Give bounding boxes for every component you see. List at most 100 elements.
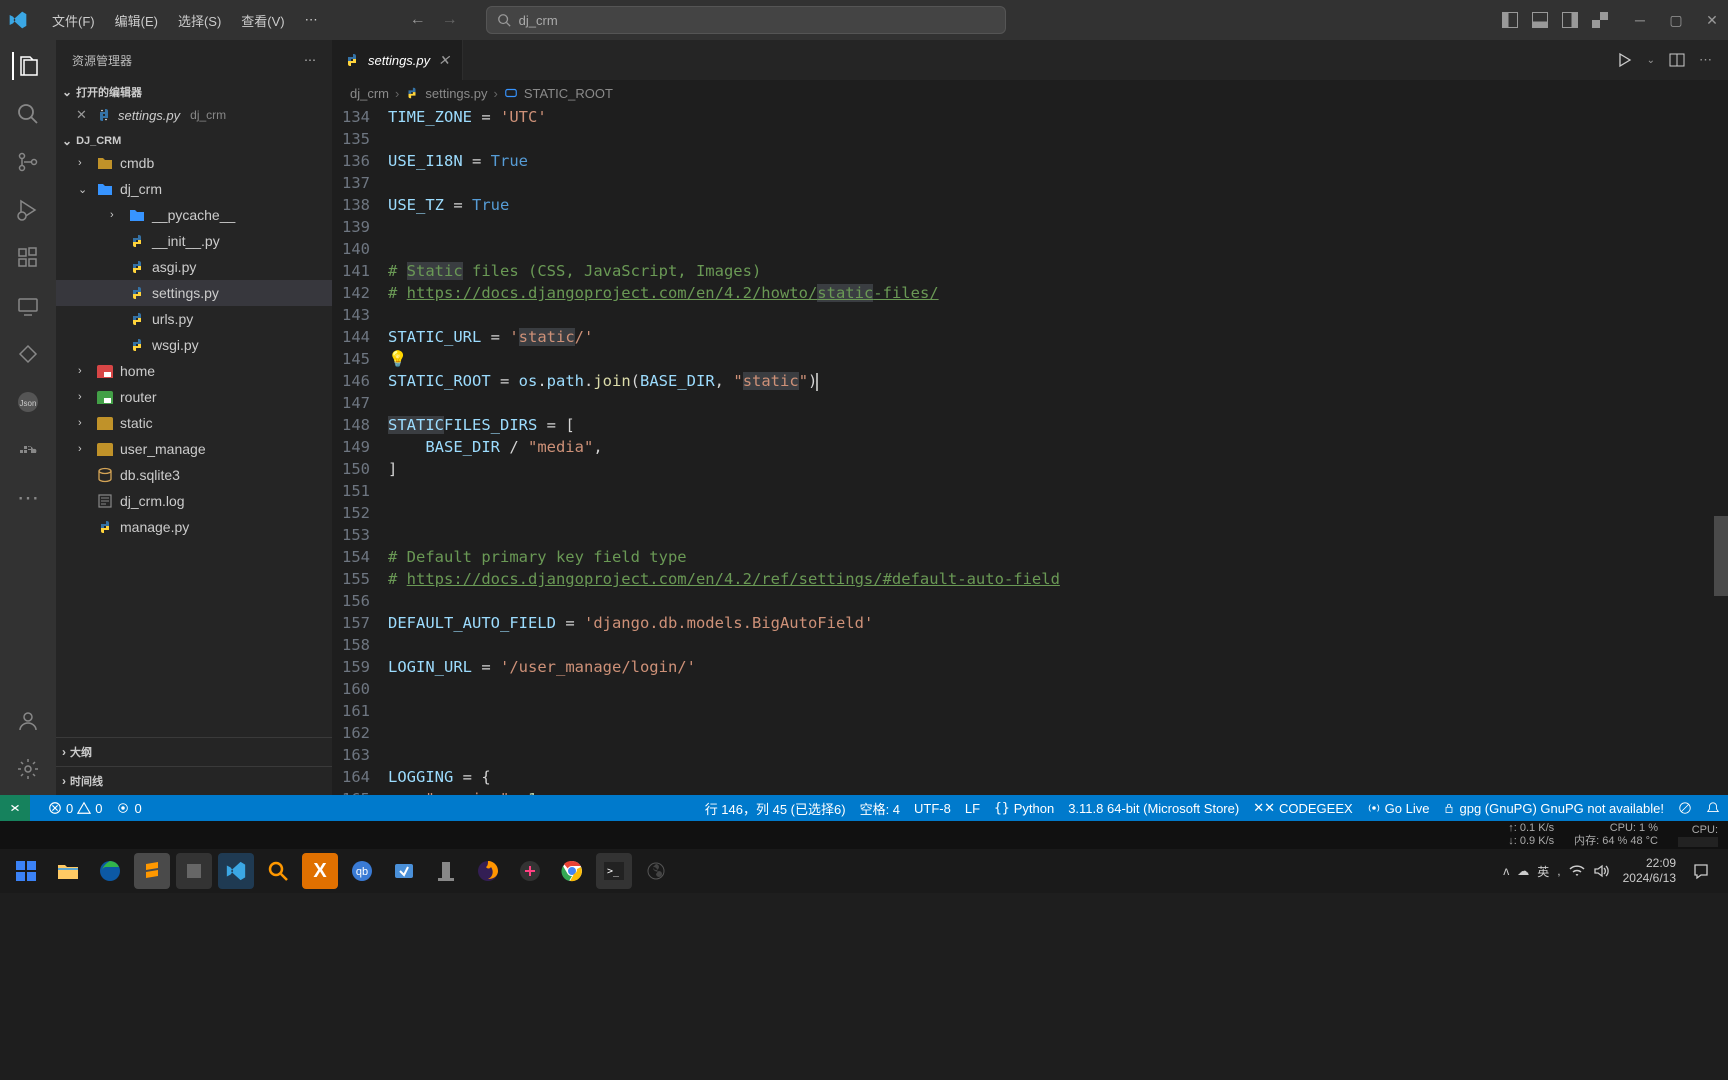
tray-ime2[interactable]: ,	[1557, 864, 1560, 878]
activity-scm-icon[interactable]	[14, 148, 42, 176]
taskbar-everything-icon[interactable]	[260, 853, 296, 889]
timeline-section[interactable]: ›时间线	[56, 766, 332, 795]
status-encoding[interactable]: UTF-8	[914, 801, 951, 816]
outline-section[interactable]: ›大纲	[56, 737, 332, 766]
tray-volume-icon[interactable]	[1593, 864, 1609, 878]
activity-settings-icon[interactable]	[14, 755, 42, 783]
status-eol[interactable]: LF	[965, 801, 980, 816]
taskbar-edge-icon[interactable]	[92, 853, 128, 889]
file-asgi[interactable]: asgi.py	[56, 254, 332, 280]
status-formatter-icon[interactable]	[1678, 801, 1692, 815]
run-dropdown-icon[interactable]: ⌄	[1647, 55, 1655, 66]
taskbar-vscode-icon[interactable]	[218, 853, 254, 889]
taskbar-app6-icon[interactable]	[512, 853, 548, 889]
activity-remote-icon[interactable]	[14, 292, 42, 320]
folder-static[interactable]: ›static	[56, 410, 332, 436]
editor-more-icon[interactable]: ⋯	[1699, 52, 1712, 68]
folder-pycache[interactable]: ›__pycache__	[56, 202, 332, 228]
status-python-env[interactable]: 3.11.8 64-bit (Microsoft Store)	[1068, 801, 1239, 816]
taskbar-terminal-icon[interactable]: >_	[596, 853, 632, 889]
lightbulb-icon[interactable]: 💡	[388, 350, 407, 368]
file-log[interactable]: dj_crm.log	[56, 488, 332, 514]
activity-account-icon[interactable]	[14, 707, 42, 735]
open-editor-item[interactable]: ✕ settings.py dj_crm	[56, 102, 332, 128]
nav-back-icon[interactable]: ←	[410, 11, 426, 29]
activity-json-icon[interactable]: Json	[14, 388, 42, 416]
taskbar-firefox-icon[interactable]	[470, 853, 506, 889]
remote-indicator[interactable]	[0, 795, 30, 821]
status-codegeex[interactable]: ✕✕ CODEGEEX	[1253, 800, 1352, 816]
editor-tabs: settings.py ✕ ⌄ ⋯	[332, 40, 1728, 80]
breadcrumb[interactable]: dj_crm› settings.py› STATIC_ROOT	[332, 80, 1728, 106]
taskbar-sublime-icon[interactable]	[134, 853, 170, 889]
menu-edit[interactable]: 编辑(E)	[107, 7, 166, 34]
customize-layout-icon[interactable]	[1592, 12, 1608, 28]
run-icon[interactable]	[1617, 52, 1633, 68]
taskbar-clock[interactable]: 22:09 2024/6/13	[1623, 856, 1676, 886]
tray-wifi-icon[interactable]	[1569, 864, 1585, 878]
scrollbar-thumb[interactable]	[1714, 516, 1728, 596]
taskbar-obs-icon[interactable]	[638, 853, 674, 889]
file-manage[interactable]: manage.py	[56, 514, 332, 540]
status-notifications-icon[interactable]	[1706, 801, 1720, 815]
menu-more-icon[interactable]: ⋯	[297, 8, 326, 32]
file-init[interactable]: __init__.py	[56, 228, 332, 254]
menu-file[interactable]: 文件(F)	[44, 7, 103, 34]
sidebar-more-icon[interactable]: ⋯	[304, 53, 316, 67]
tray-ime1[interactable]: 英	[1537, 863, 1549, 880]
start-button[interactable]	[8, 853, 44, 889]
menu-selection[interactable]: 选择(S)	[170, 7, 229, 34]
file-db[interactable]: db.sqlite3	[56, 462, 332, 488]
taskbar-explorer-icon[interactable]	[50, 853, 86, 889]
toggle-panel-icon[interactable]	[1532, 12, 1548, 28]
activity-explorer-icon[interactable]	[12, 52, 42, 80]
tray-notifications-icon[interactable]	[1692, 862, 1710, 880]
taskbar-app5-icon[interactable]	[428, 853, 464, 889]
taskbar-app3-icon[interactable]: qb	[344, 853, 380, 889]
status-indentation[interactable]: 空格: 4	[860, 799, 900, 818]
status-language[interactable]: {} Python	[994, 801, 1054, 816]
taskbar-chrome-icon[interactable]	[554, 853, 590, 889]
activity-search-icon[interactable]	[14, 100, 42, 128]
taskbar-app2-icon[interactable]: X	[302, 853, 338, 889]
window-close-icon[interactable]: ✕	[1704, 12, 1720, 28]
toggle-primary-sidebar-icon[interactable]	[1502, 12, 1518, 28]
folder-router[interactable]: ›router	[56, 384, 332, 410]
open-editors-section[interactable]: ⌄打开的编辑器	[56, 82, 332, 102]
toggle-secondary-sidebar-icon[interactable]	[1562, 12, 1578, 28]
status-ports[interactable]: 0	[116, 801, 141, 816]
folder-djcrm[interactable]: ⌄dj_crm	[56, 176, 332, 202]
tray-cloud-icon[interactable]: ☁	[1517, 864, 1529, 878]
window-maximize-icon[interactable]: ▢	[1668, 12, 1684, 28]
code-editor[interactable]: 1341351361371381391401411421431441451461…	[332, 106, 1728, 795]
taskbar-app1-icon[interactable]	[176, 853, 212, 889]
activity-extensions-icon[interactable]	[14, 244, 42, 272]
project-section[interactable]: ⌄DJ_CRM	[56, 132, 332, 150]
close-icon[interactable]: ✕	[76, 107, 90, 123]
folder-usermanage[interactable]: ›user_manage	[56, 436, 332, 462]
tab-close-icon[interactable]: ✕	[438, 52, 450, 69]
file-settings[interactable]: settings.py	[56, 280, 332, 306]
folder-home[interactable]: ›home	[56, 358, 332, 384]
menu-view[interactable]: 查看(V)	[233, 7, 292, 34]
activity-more-icon[interactable]: ⋯	[14, 484, 42, 512]
window-minimize-icon[interactable]: ─	[1632, 12, 1648, 28]
status-gpg[interactable]: gpg (GnuPG) GnuPG not available!	[1443, 801, 1664, 816]
status-golive[interactable]: Go Live	[1367, 801, 1430, 816]
file-urls[interactable]: urls.py	[56, 306, 332, 332]
taskbar-app4-icon[interactable]	[386, 853, 422, 889]
status-cursor-pos[interactable]: 行 146，列 45 (已选择6)	[705, 799, 846, 818]
file-wsgi[interactable]: wsgi.py	[56, 332, 332, 358]
code-content[interactable]: TIME_ZONE = 'UTC' USE_I18N = True USE_TZ…	[388, 106, 1728, 795]
folder-cmdb[interactable]: ›cmdb	[56, 150, 332, 176]
split-editor-icon[interactable]	[1669, 52, 1685, 68]
nav-forward-icon[interactable]: →	[442, 11, 458, 29]
tab-settings[interactable]: settings.py ✕	[332, 40, 463, 80]
command-center-search[interactable]: dj_crm	[486, 6, 1006, 34]
tray-chevron-icon[interactable]: ʌ	[1503, 864, 1509, 878]
system-tray[interactable]: ʌ ☁ 英 ,	[1503, 863, 1608, 880]
activity-debug-icon[interactable]	[14, 196, 42, 224]
activity-docker-icon[interactable]	[14, 436, 42, 464]
activity-git-icon[interactable]	[14, 340, 42, 368]
status-errors[interactable]: 0 0	[48, 801, 102, 816]
